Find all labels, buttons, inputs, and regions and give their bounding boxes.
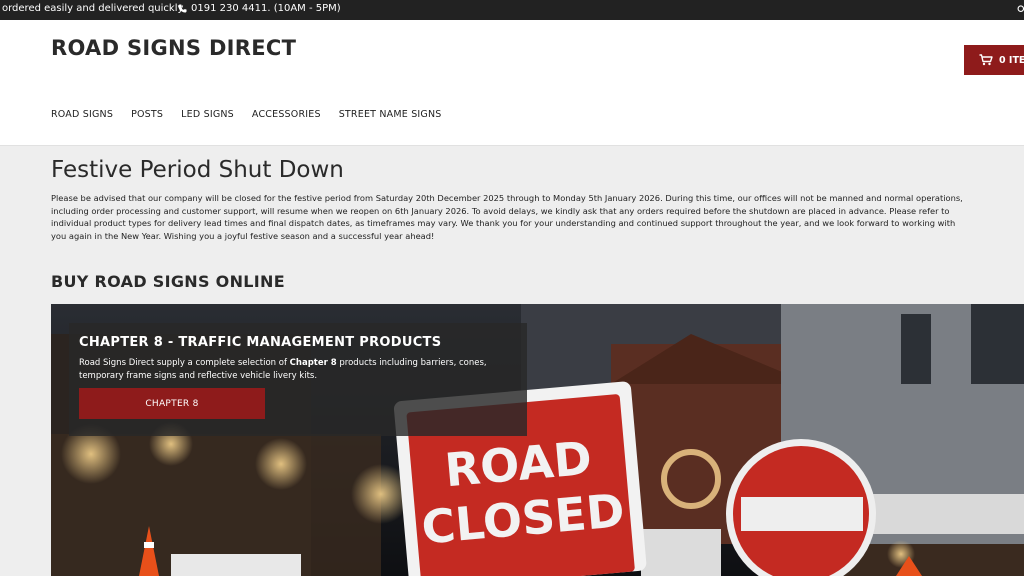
cart-button[interactable]: 0 ITEMS [964,45,1024,75]
nav-accessories[interactable]: ACCESSORIES [252,109,321,120]
hero-overlay-panel: CHAPTER 8 - TRAFFIC MANAGEMENT PRODUCTS … [69,323,527,436]
section-title: BUY ROAD SIGNS ONLINE [51,272,285,291]
nav-road-signs[interactable]: ROAD SIGNS [51,109,113,120]
topbar-phone-text: 0191 230 4411. (10AM - 5PM) [191,3,341,14]
hero-description: Road Signs Direct supply a complete sele… [79,357,519,383]
top-bar: ordered easily and delivered quickly. 01… [0,0,1024,20]
topbar-tagline: ordered easily and delivered quickly. [2,3,186,14]
topbar-phone[interactable]: 0191 230 4411. (10AM - 5PM) [178,3,341,14]
main-nav: ROAD SIGNS POSTS LED SIGNS ACCESSORIES S… [51,109,442,120]
hero-desc-prefix: Road Signs Direct supply a complete sele… [79,358,290,368]
site-header: ROAD SIGNS DIRECT 0 ITEMS ROAD SIGNS POS… [0,20,1024,146]
notice-line: including order processing and customer … [51,205,950,216]
notice-title: Festive Period Shut Down [51,157,344,183]
phone-icon [178,4,187,13]
site-logo[interactable]: ROAD SIGNS DIRECT [51,36,296,60]
notice-line: Please be advised that our company will … [51,193,963,203]
nav-led-signs[interactable]: LED SIGNS [181,109,234,120]
notice-line: individual product types for delivery le… [51,218,956,229]
notice-line: you again in the New Year. Wishing you a… [51,230,435,241]
cart-label: 0 ITEMS [999,54,1024,66]
notice-body: Please be advised that our company will … [51,192,1024,242]
search-icon[interactable] [1016,4,1024,15]
hero-banner: ROAD CLOSED CHAPTER 8 - TRAFFIC MANAGEME… [51,304,1024,576]
nav-posts[interactable]: POSTS [131,109,163,120]
cart-icon [979,54,993,66]
nav-street-name-signs[interactable]: STREET NAME SIGNS [339,109,442,120]
hero-desc-bold: Chapter 8 [289,358,337,368]
hero-heading: CHAPTER 8 - TRAFFIC MANAGEMENT PRODUCTS [79,335,442,350]
chapter-8-button[interactable]: CHAPTER 8 [79,388,265,419]
